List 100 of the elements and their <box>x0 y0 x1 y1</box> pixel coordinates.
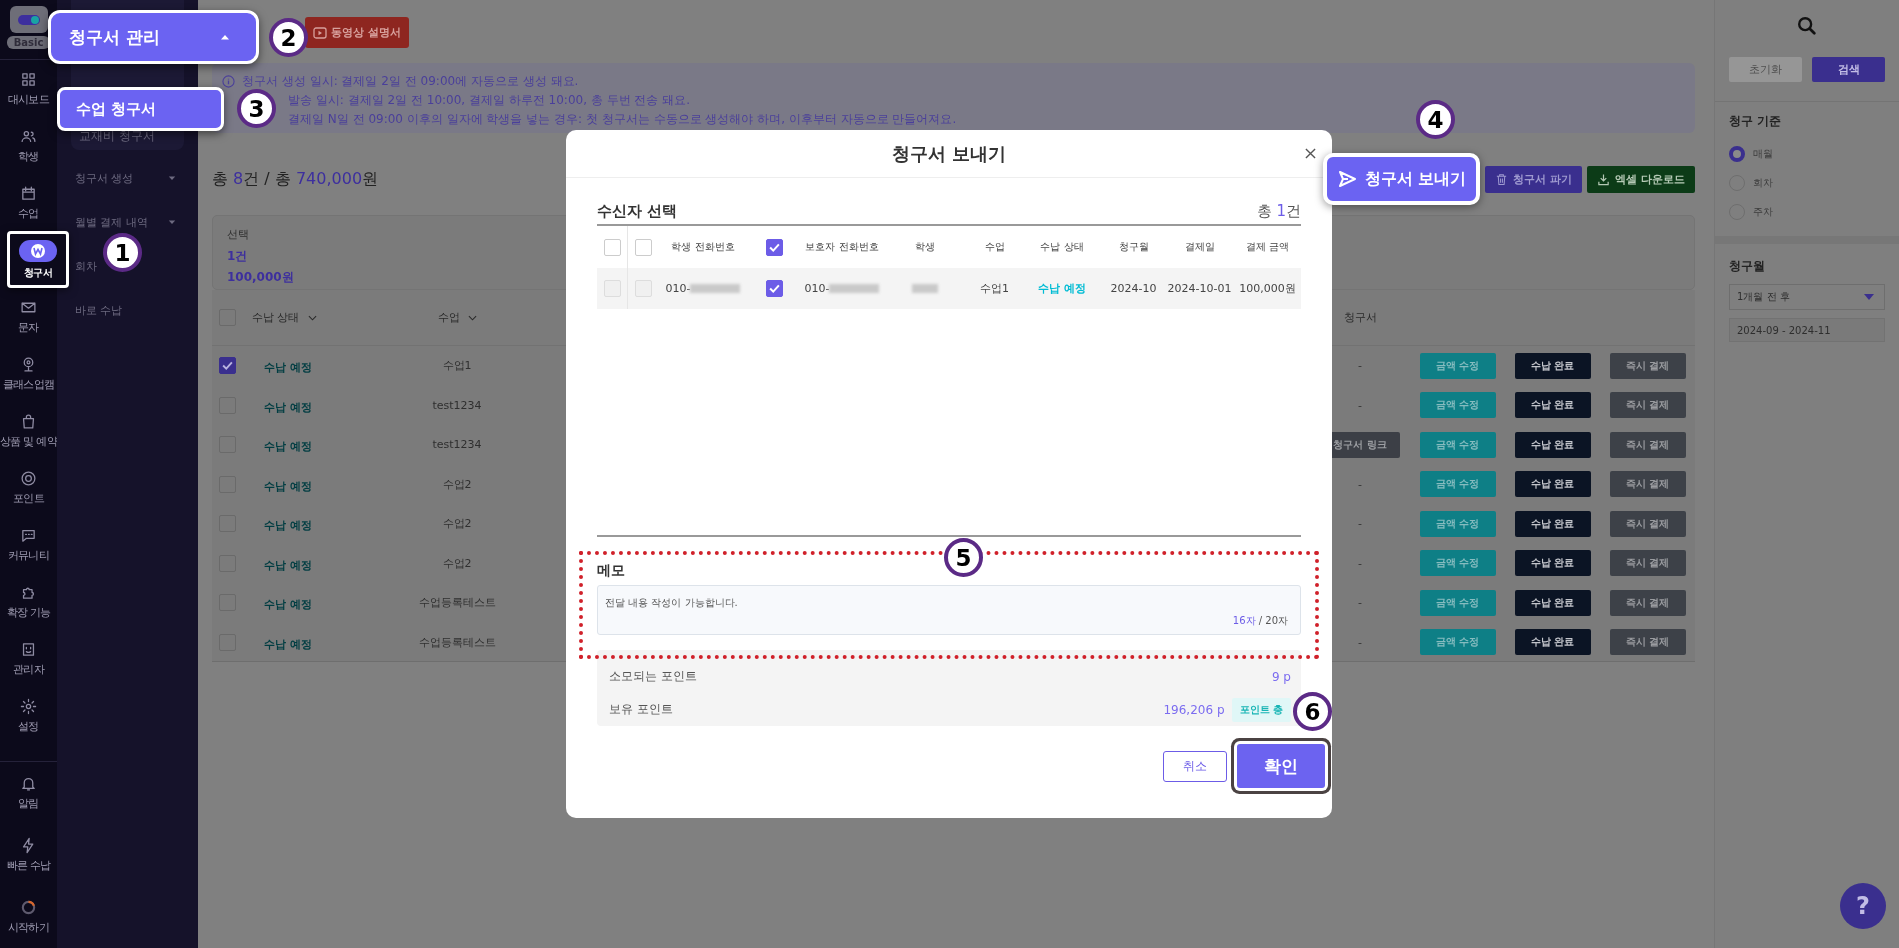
table-cell: 100,000원 <box>1239 281 1296 296</box>
table-cell: - <box>1358 517 1362 531</box>
column-header: 결제일 <box>1184 240 1215 254</box>
character-counter: 16자 / 20자 <box>1232 614 1288 628</box>
nav-item[interactable]: 문자 <box>0 288 57 345</box>
radio-option[interactable]: 회차 <box>1729 168 1885 197</box>
table-cell: 수업등록테스트 <box>418 634 496 650</box>
edit-amount-button[interactable]: 금액 수정 <box>1419 392 1496 419</box>
status-text: 수납 예정 <box>264 598 312 612</box>
status-text: 수납 예정 <box>264 400 312 414</box>
column-header: 학생 <box>914 240 935 254</box>
send-invoice-button[interactable]: 청구서 보내기 <box>1322 153 1481 205</box>
nav-item[interactable]: 알림 <box>0 762 57 824</box>
edit-amount-button[interactable]: 금액 수정 <box>1419 510 1496 537</box>
payment-complete-button[interactable]: 수납 완료 <box>1514 510 1591 537</box>
table-cell: 010- <box>804 282 830 295</box>
payment-complete-button[interactable]: 수납 완료 <box>1514 589 1591 616</box>
section-title: 청구월 <box>1729 258 1766 275</box>
nav-item[interactable]: 확장 기능 <box>0 573 57 630</box>
date-range-field[interactable]: 2024-09 - 2024-11 <box>1729 318 1885 342</box>
table-cell: - <box>1358 635 1362 649</box>
nav-item[interactable]: 클래스업캠 <box>0 345 57 402</box>
nav-item[interactable]: 수업 <box>0 174 57 231</box>
column-header: 수업 <box>984 240 1005 254</box>
edit-amount-button[interactable]: 금액 수정 <box>1419 550 1496 577</box>
edit-amount-button[interactable]: 금액 수정 <box>1419 352 1496 379</box>
radio-option[interactable]: 매월 <box>1729 139 1885 168</box>
instant-pay-button[interactable]: 즉시 결제 <box>1609 510 1686 537</box>
total-summary: 총 8건 / 총 740,000원 <box>212 168 379 190</box>
dialog-title: 청구서 보내기 <box>891 141 1007 166</box>
search-button[interactable]: 검색 <box>1812 57 1885 82</box>
edit-amount-button[interactable]: 금액 수정 <box>1419 629 1496 656</box>
instant-pay-button[interactable]: 즉시 결제 <box>1609 392 1686 419</box>
instant-pay-button[interactable]: 즉시 결제 <box>1609 471 1686 498</box>
table-cell: 010- <box>665 282 691 295</box>
column-header: 결제 금액 <box>1245 240 1290 254</box>
status-text: 수납 예정 <box>1038 281 1086 296</box>
points-label: 소모되는 포인트 <box>609 668 697 685</box>
instant-pay-button[interactable]: 즉시 결제 <box>1609 550 1686 577</box>
nav-item[interactable]: 시작하기 <box>0 886 57 948</box>
payment-complete-button[interactable]: 수납 완료 <box>1514 629 1591 656</box>
payment-complete-button[interactable]: 수납 완료 <box>1514 352 1591 379</box>
nav-item[interactable]: 관리자 <box>0 630 57 687</box>
payment-complete-button[interactable]: 수납 완료 <box>1514 431 1591 458</box>
table-cell: test1234 <box>432 398 482 412</box>
video-guide-button[interactable]: 동영상 설명서 <box>305 17 409 48</box>
nav-item[interactable]: 빠른 수납 <box>0 824 57 886</box>
submenu-item[interactable]: 바로 수납 <box>75 288 123 332</box>
table-cell: - <box>1358 556 1362 570</box>
radio-option[interactable]: 주차 <box>1729 197 1885 226</box>
table-cell: 수업2 <box>442 516 472 532</box>
payment-complete-button[interactable]: 수납 완료 <box>1514 550 1591 577</box>
payment-complete-button[interactable]: 수납 완료 <box>1514 392 1591 419</box>
instant-pay-button[interactable]: 즉시 결제 <box>1609 629 1686 656</box>
instant-pay-button[interactable]: 즉시 결제 <box>1609 431 1686 458</box>
table-cell: 수업1 <box>442 358 472 374</box>
selection-title: 선택 <box>227 227 249 243</box>
nav-item[interactable]: 설정 <box>0 687 57 744</box>
table-cell: test1234 <box>432 438 482 452</box>
edit-amount-button[interactable]: 금액 수정 <box>1419 589 1496 616</box>
points-label: 보유 포인트 <box>609 701 673 718</box>
column-header: 보호자 전화번호 <box>805 240 879 254</box>
status-text: 수납 예정 <box>264 558 312 572</box>
nav-item[interactable]: 학생 <box>0 117 57 174</box>
period-dropdown[interactable]: 1개월 전 후 <box>1729 284 1885 310</box>
table-cell: 2024-10-01 <box>1167 282 1232 295</box>
nav-item[interactable]: 상품 및 예약 <box>0 402 57 459</box>
nav-item[interactable]: 포인트 <box>0 459 57 516</box>
nav-item[interactable]: 청구서 <box>7 231 69 288</box>
instant-pay-button[interactable]: 즉시 결제 <box>1609 352 1686 379</box>
cancel-button[interactable]: 취소 <box>1163 750 1227 782</box>
column-header: 학생 전화번호 <box>671 240 735 254</box>
selection-amount: 100,000원 <box>227 269 294 286</box>
plan-badge: Basic <box>6 36 51 49</box>
edit-amount-button[interactable]: 금액 수정 <box>1419 471 1496 498</box>
status-text: 수납 예정 <box>264 361 312 375</box>
table-cell: 수업2 <box>442 555 472 571</box>
column-header: 청구월 <box>1118 240 1149 254</box>
charge-points-button[interactable]: 포인트 충 <box>1231 697 1291 722</box>
recipient-total: 총 1건 <box>1256 202 1301 221</box>
column-header[interactable]: 수업 <box>382 310 532 325</box>
nav-item[interactable]: 커뮤니티 <box>0 516 57 573</box>
payment-complete-button[interactable]: 수납 완료 <box>1514 471 1591 498</box>
status-text: 수납 예정 <box>264 479 312 493</box>
delete-invoice-button[interactable]: 청구서 파기 <box>1485 165 1583 193</box>
excel-download-button[interactable]: 엑셀 다운로드 <box>1587 165 1695 193</box>
submenu-group-header[interactable]: 청구서 관리 <box>48 10 259 64</box>
instant-pay-button[interactable]: 즉시 결제 <box>1609 589 1686 616</box>
column-header: 청구서 <box>1342 310 1378 325</box>
submenu-item[interactable]: 청구서 생성 <box>57 156 198 200</box>
status-text: 수납 예정 <box>264 440 312 454</box>
table-cell: 수업2 <box>442 476 472 492</box>
submenu-item[interactable]: 회차 <box>75 244 97 288</box>
points-value: 196,206 p <box>1163 702 1225 717</box>
memo-field[interactable]: 전달 내용 작성이 가능합니다. 16자 / 20자 <box>597 585 1301 635</box>
memo-label: 메모 <box>597 562 626 580</box>
submenu-item[interactable]: 수업 청구서 <box>57 87 224 131</box>
column-header[interactable]: 수납 상태 <box>252 310 382 325</box>
edit-amount-button[interactable]: 금액 수정 <box>1419 431 1496 458</box>
submenu-item[interactable]: 교재비 청구서 <box>71 128 155 145</box>
